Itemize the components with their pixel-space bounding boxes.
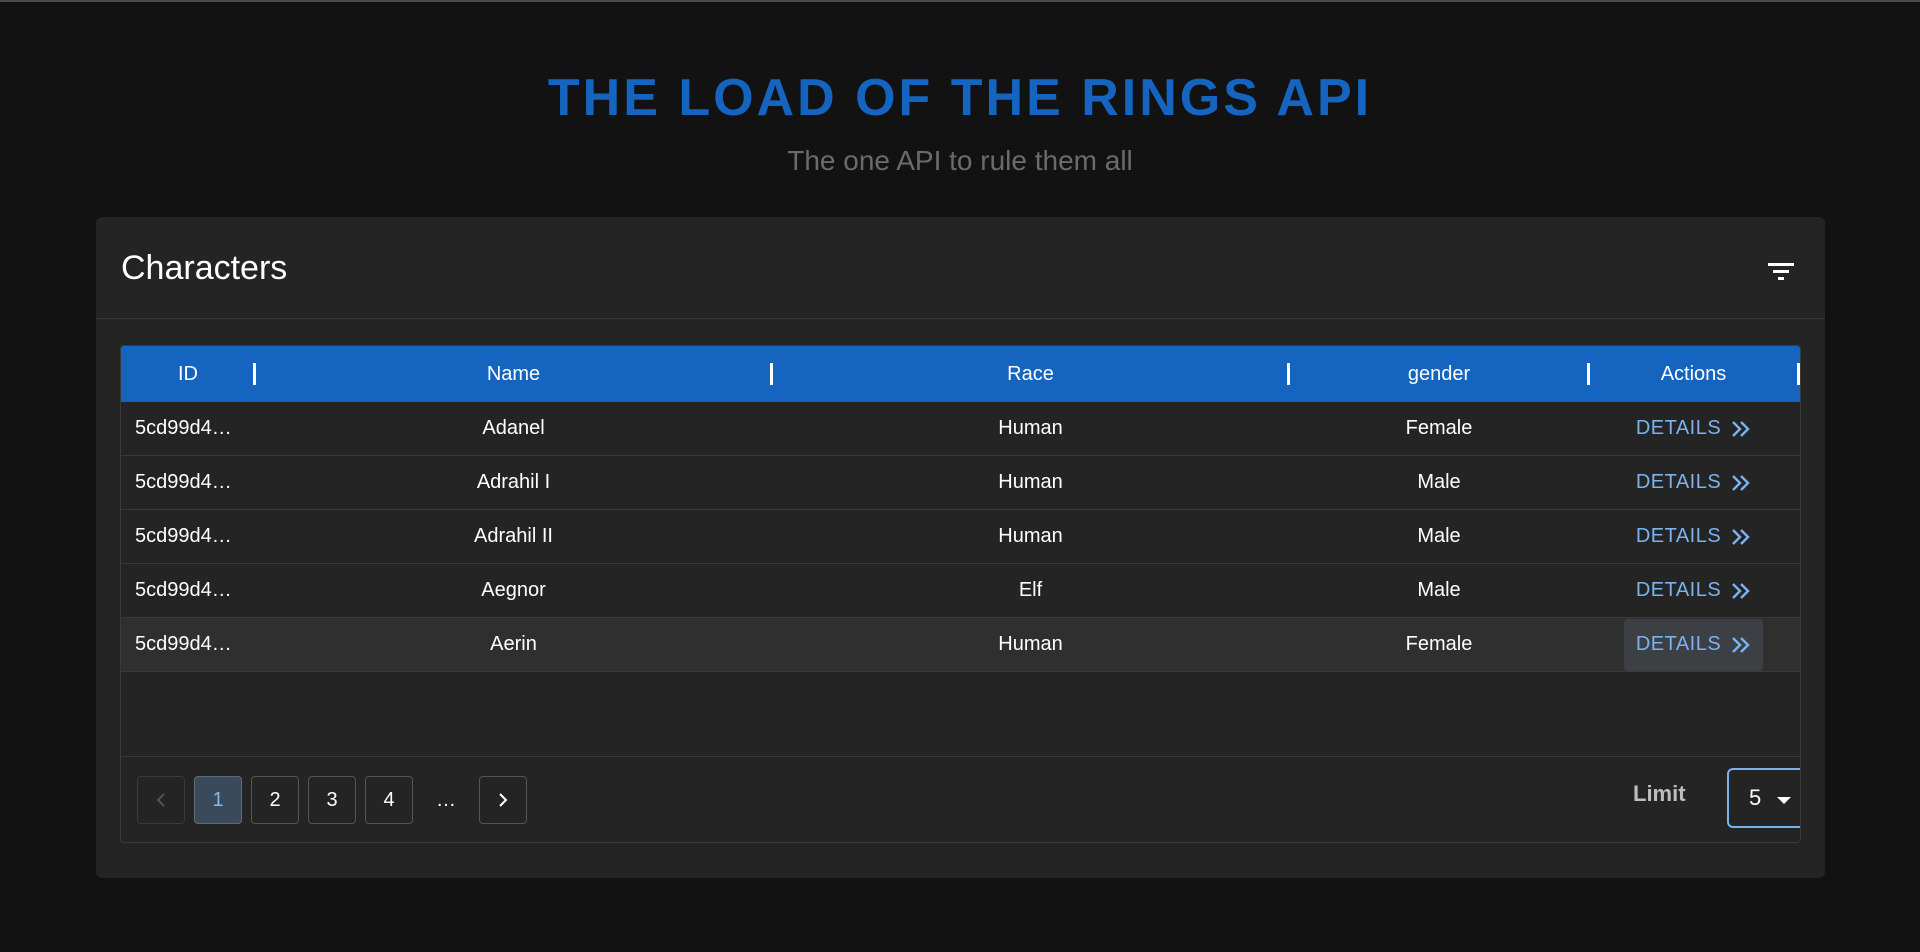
card-header: Characters	[96, 217, 1825, 319]
characters-card: Characters ID Name Race gender Actions 5…	[96, 217, 1825, 878]
details-label: DETAILS	[1635, 471, 1722, 493]
cell-actions: DETAILS	[1589, 510, 1798, 563]
caret-down-icon	[1777, 797, 1791, 804]
cell-actions: DETAILS	[1589, 618, 1798, 671]
column-header-name[interactable]: Name	[255, 346, 772, 402]
details-label: DETAILS	[1635, 417, 1722, 439]
table-row[interactable]: 5cd99d4… Adrahil I Human Male DETAILS	[121, 456, 1800, 510]
details-button[interactable]: DETAILS	[1624, 511, 1763, 563]
cell-name: Adanel	[482, 417, 545, 439]
cell-id: 5cd99d4…	[135, 417, 232, 439]
column-resize-handle[interactable]	[1587, 363, 1590, 385]
column-resize-handle[interactable]	[1287, 363, 1290, 385]
page-button-1[interactable]: 1	[194, 776, 242, 824]
table-row[interactable]: 5cd99d4… Adrahil II Human Male DETAILS	[121, 510, 1800, 564]
limit-select[interactable]: 5	[1727, 768, 1800, 828]
cell-actions: DETAILS	[1589, 564, 1798, 617]
card-title: Characters	[121, 249, 288, 287]
limit-value: 5	[1749, 785, 1762, 810]
column-header-id[interactable]: ID	[121, 346, 255, 402]
cell-name: Adrahil II	[474, 525, 553, 547]
cell-race: Human	[998, 471, 1063, 493]
cell-race: Elf	[1018, 579, 1043, 601]
page-subtitle: The one API to rule them all	[787, 145, 1133, 176]
column-header-race[interactable]: Race	[772, 346, 1289, 402]
cell-actions: DETAILS	[1589, 456, 1798, 509]
details-label: DETAILS	[1635, 579, 1722, 601]
table-row[interactable]: 5cd99d4… Adanel Human Female DETAILS	[121, 402, 1800, 456]
details-button[interactable]: DETAILS	[1624, 565, 1763, 617]
cell-gender: Male	[1417, 525, 1461, 547]
double-chevron-right-icon	[1732, 474, 1750, 491]
filter-button[interactable]	[1761, 253, 1801, 289]
chevron-left-icon	[156, 793, 165, 807]
previous-page-button[interactable]	[137, 776, 185, 824]
table-header: ID Name Race gender Actions	[121, 346, 1800, 402]
column-header-label: Actions	[1660, 362, 1727, 385]
cell-race: Human	[998, 417, 1063, 439]
page-button-3[interactable]: 3	[308, 776, 356, 824]
column-resize-handle[interactable]	[253, 363, 256, 385]
limit-label: Limit	[1633, 781, 1686, 806]
cell-gender: Female	[1405, 633, 1473, 655]
pagination-ellipsis: …	[436, 788, 456, 811]
cell-name: Adrahil I	[476, 471, 551, 493]
pagination-bar: 1 2 3 4 … Limit 5	[121, 756, 1800, 842]
cell-race: Human	[998, 633, 1063, 655]
details-label: DETAILS	[1635, 633, 1722, 655]
page-header: THE LOAD OF THE RINGS API The one API to…	[0, 66, 1920, 178]
column-header-label: Name	[486, 362, 541, 385]
cell-name: Aegnor	[481, 579, 546, 601]
column-resize-handle[interactable]	[770, 363, 773, 385]
cell-name: Aerin	[490, 633, 537, 655]
cell-gender: Male	[1417, 579, 1461, 601]
characters-table: ID Name Race gender Actions 5cd99d4… Ada…	[120, 345, 1801, 843]
cell-id: 5cd99d4…	[135, 525, 232, 547]
column-header-label: ID	[178, 362, 198, 385]
column-resize-handle[interactable]	[1797, 363, 1800, 385]
column-header-actions[interactable]: Actions	[1589, 346, 1798, 402]
table-row[interactable]: 5cd99d4… Aegnor Elf Male DETAILS	[121, 564, 1800, 618]
double-chevron-right-icon	[1732, 528, 1750, 545]
column-header-gender[interactable]: gender	[1289, 346, 1589, 402]
column-header-label: gender	[1407, 362, 1471, 385]
page-title: THE LOAD OF THE RINGS API	[547, 69, 1373, 127]
column-header-label: Race	[1007, 362, 1054, 385]
double-chevron-right-icon	[1732, 420, 1750, 437]
details-label: DETAILS	[1635, 525, 1722, 547]
details-button[interactable]: DETAILS	[1623, 618, 1764, 671]
page-button-4[interactable]: 4	[365, 776, 413, 824]
cell-id: 5cd99d4…	[135, 579, 232, 601]
details-button[interactable]: DETAILS	[1624, 457, 1763, 509]
page-button-2[interactable]: 2	[251, 776, 299, 824]
table-row[interactable]: 5cd99d4… Aerin Human Female DETAILS	[121, 618, 1800, 672]
cell-id: 5cd99d4…	[135, 633, 232, 655]
chevron-right-icon	[499, 793, 508, 807]
cell-id: 5cd99d4…	[135, 471, 232, 493]
double-chevron-right-icon	[1732, 636, 1750, 653]
details-button[interactable]: DETAILS	[1624, 403, 1763, 455]
double-chevron-right-icon	[1732, 582, 1750, 599]
cell-gender: Female	[1405, 417, 1473, 439]
filter-icon	[1768, 263, 1794, 280]
next-page-button[interactable]	[479, 776, 527, 824]
window-top-border	[0, 0, 1920, 2]
cell-race: Human	[998, 525, 1063, 547]
cell-actions: DETAILS	[1589, 402, 1798, 455]
cell-gender: Male	[1417, 471, 1461, 493]
